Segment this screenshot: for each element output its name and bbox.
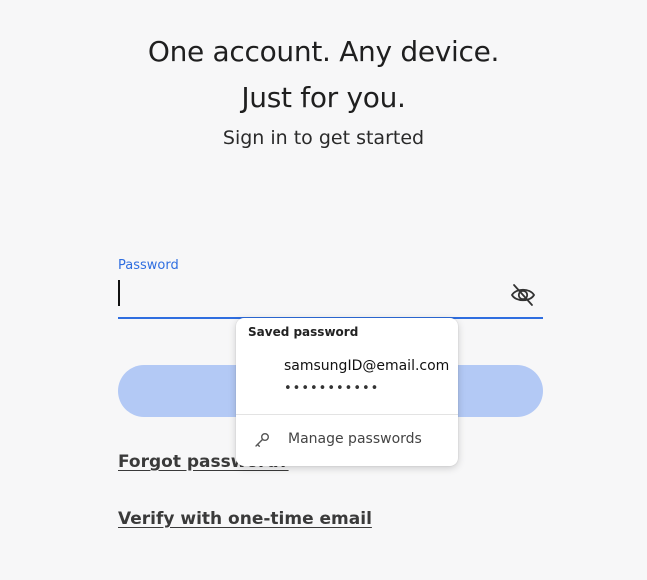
popup-divider <box>236 414 458 415</box>
text-caret <box>118 280 120 306</box>
popup-title: Saved password <box>248 325 359 339</box>
key-icon <box>255 433 269 448</box>
saved-credential-item[interactable]: samsungID@email.com ••••••••••• <box>236 348 458 408</box>
manage-passwords-label: Manage passwords <box>288 431 422 447</box>
manage-passwords-button[interactable]: Manage passwords <box>236 422 458 458</box>
password-label: Password <box>118 258 179 273</box>
saved-password-popup: Saved password samsungID@email.com •••••… <box>236 318 458 466</box>
saved-username: samsungID@email.com <box>284 358 450 374</box>
verify-email-link[interactable]: Verify with one-time email <box>118 509 372 529</box>
saved-password-mask: ••••••••••• <box>284 381 380 396</box>
headline-line-1: One account. Any device. <box>147 35 500 68</box>
headline-line-2: Just for you. <box>241 81 406 114</box>
subtitle: Sign in to get started <box>222 127 425 149</box>
eye-slash-icon[interactable] <box>509 281 537 309</box>
password-field[interactable] <box>118 275 543 319</box>
